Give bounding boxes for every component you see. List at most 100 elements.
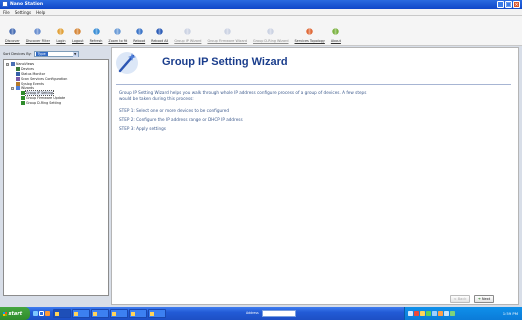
desktop-icon[interactable] [33, 311, 38, 316]
app-icon [150, 311, 154, 316]
zoom-to-fit-button[interactable]: Zoom to fit [106, 19, 129, 43]
navigation-tree: - NanoViews Devices Status Monitor Scan Serv… [3, 59, 109, 296]
refresh-label: Refresh [89, 39, 103, 43]
login-icon [56, 26, 66, 36]
tree-item-label: NanoViews [16, 62, 35, 67]
logout-button[interactable]: Logout [70, 19, 86, 43]
filter-icon [33, 26, 43, 36]
menu-help[interactable]: Help [36, 10, 45, 15]
security-icon[interactable] [414, 311, 419, 316]
start-label: start [8, 310, 23, 317]
task-button[interactable] [129, 309, 147, 318]
app-icon [55, 311, 59, 316]
app-icon [2, 1, 8, 7]
reboot-button[interactable]: Reboot [131, 19, 147, 43]
tree-item-label: Scan Services Configuration [21, 76, 68, 81]
wizard-step-2: STEP 2: Configure the IP address range o… [119, 117, 243, 122]
group-ip-wizard-button[interactable]: Group IP Wizard [172, 19, 203, 43]
computer-icon [10, 62, 15, 67]
tray-app-icon[interactable] [432, 311, 437, 316]
volume-icon[interactable] [420, 311, 425, 316]
discover-filter-button[interactable]: Discover Filter [24, 19, 52, 43]
window-controls: _ □ × [497, 1, 520, 8]
wizard-step-3: STEP 3: Apply settings [119, 126, 166, 131]
menu-file[interactable]: File [3, 10, 10, 15]
task-button[interactable] [110, 309, 128, 318]
app-icon [74, 311, 78, 316]
device-sort-select[interactable]: Type ▼ [33, 51, 79, 57]
back-button[interactable]: < Back [450, 295, 470, 303]
wizard-panel: Group IP Setting Wizard Group IP Setting… [111, 47, 519, 305]
address-label: Address [246, 311, 259, 315]
arrow-icon [20, 100, 25, 105]
network-icon[interactable] [408, 311, 413, 316]
quick-launch [33, 311, 50, 316]
discover-filter-label: Discover Filter [25, 39, 50, 43]
close-button[interactable]: × [513, 1, 520, 8]
chevron-down-icon[interactable]: ▼ [72, 51, 78, 57]
tree-item-label: Wizards [21, 86, 34, 91]
tree-expander-icon[interactable]: - [6, 62, 9, 66]
menu-settings[interactable]: Settings [15, 10, 31, 15]
title-bar: Nano Station _ □ × [0, 0, 522, 9]
system-tray: 1:59 PM [404, 307, 522, 320]
tree-item-label: Syslog Events [21, 81, 44, 86]
services-topology-button[interactable]: Services Topology [293, 19, 327, 43]
maximize-button[interactable]: □ [505, 1, 512, 8]
app-icon [112, 311, 116, 316]
tree-item-label: Status Monitor [21, 71, 46, 76]
task-button[interactable] [148, 309, 166, 318]
wizard-title: Group IP Setting Wizard [162, 56, 288, 68]
services-topology-label: Services Topology [294, 39, 325, 43]
tree-expander-icon[interactable]: - [11, 86, 14, 90]
update-icon[interactable] [426, 311, 431, 316]
ring-wizard-icon [266, 26, 276, 36]
about-label: About [330, 39, 341, 43]
tray-app-icon[interactable] [450, 311, 455, 316]
about-button[interactable]: About [329, 19, 343, 43]
discover-button[interactable]: Discover [3, 19, 22, 43]
start-button[interactable]: start [0, 307, 30, 320]
task-button[interactable] [72, 309, 90, 318]
task-buttons [53, 309, 166, 318]
next-arrow-icon: ➔ [477, 297, 481, 301]
task-button[interactable] [91, 309, 109, 318]
tray-app-icon[interactable] [444, 311, 449, 316]
login-label: Login [56, 39, 66, 43]
address-input[interactable] [262, 310, 296, 317]
group-ring-wizard-button[interactable]: Group D-Ring Wizard [251, 19, 290, 43]
header-divider [116, 84, 511, 85]
reboot-all-icon [155, 26, 165, 36]
zoom-icon [113, 26, 123, 36]
tree-item-label: Devices [21, 67, 34, 72]
login-button[interactable]: Login [54, 19, 68, 43]
firmware-wizard-icon [222, 26, 232, 36]
device-sort-label: Sort Devices By: [3, 52, 32, 56]
toolbar: Discover Discover Filter Login Logout Refres… [0, 16, 522, 46]
refresh-button[interactable]: Refresh [88, 19, 105, 43]
zoom-to-fit-label: Zoom to fit [108, 39, 128, 43]
search-icon [7, 26, 17, 36]
windows-flag-icon [3, 311, 7, 316]
group-firmware-wizard-button[interactable]: Group Firmware Wizard [205, 19, 249, 43]
tree-item[interactable]: Group D-Ring Setting [6, 100, 106, 105]
minimize-button[interactable]: _ [497, 1, 504, 8]
group-ip-wizard-label: Group IP Wizard [174, 39, 202, 43]
arrow-icon [20, 91, 25, 96]
next-button[interactable]: ➔ Next [474, 295, 494, 303]
task-button[interactable] [53, 309, 71, 318]
topology-icon [305, 26, 315, 36]
ip-wizard-icon [183, 26, 193, 36]
app-icon [131, 311, 135, 316]
tray-app-icon[interactable] [438, 311, 443, 316]
wizard-header: Group IP Setting Wizard [112, 48, 518, 82]
window-title: Nano Station [10, 2, 44, 7]
monitor-icon [15, 71, 20, 76]
wizard-description: Group IP Setting Wizard helps you walk t… [119, 90, 367, 101]
app-icon [93, 311, 97, 316]
reboot-all-button[interactable]: Reboot All [149, 19, 170, 43]
device-sort-value: Type [35, 52, 48, 56]
media-icon[interactable] [45, 311, 50, 316]
browser-icon[interactable] [39, 311, 44, 316]
clock: 1:59 PM [502, 311, 518, 316]
